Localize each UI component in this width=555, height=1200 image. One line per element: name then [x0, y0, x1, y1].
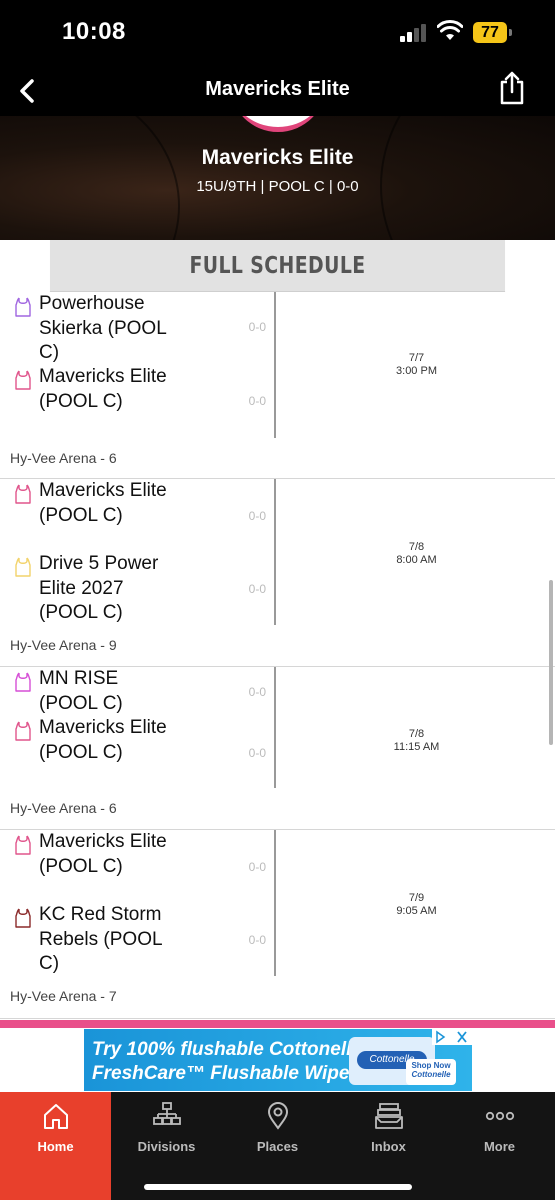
team-score: 0-0: [248, 509, 266, 523]
jersey-icon: [14, 370, 32, 390]
nav-title: Mavericks Elite: [205, 78, 350, 100]
game-time: 11:15 AM: [393, 741, 440, 753]
tab-more[interactable]: More: [444, 1092, 555, 1200]
game-card[interactable]: Mavericks Elite (POOL C) 0-0 KC Red Storm …: [0, 830, 555, 1019]
game-date: 7/9: [408, 892, 425, 904]
game-venue[interactable]: Hy-Vee Arena - 9: [0, 637, 117, 653]
team-score: 0-0: [248, 685, 266, 699]
section-divider: [0, 1020, 555, 1028]
team-name: Mavericks Elite (POOL C): [39, 366, 167, 412]
game-datetime: 7/8 11:15 AM: [278, 728, 555, 754]
game-datetime: 7/9 9:05 AM: [278, 892, 555, 918]
team-score: 0-0: [248, 746, 266, 760]
game-date: 7/7: [408, 352, 425, 364]
team-score: 0-0: [248, 320, 266, 334]
team-row[interactable]: Mavericks Elite (POOL C) 0-0: [0, 830, 276, 879]
games-list: Powerhouse Skierka (POOL C) 0-0 Mavericks …: [0, 292, 555, 1019]
tab-label: Divisions: [137, 1139, 196, 1154]
team-name: MN RISE (POOL C): [39, 668, 123, 714]
inbox-icon: [375, 1103, 403, 1129]
game-teams: MN RISE (POOL C) 0-0 Mavericks Elite (POOL…: [0, 667, 276, 788]
tab-label: Home: [37, 1139, 74, 1154]
game-venue[interactable]: Hy-Vee Arena - 6: [0, 800, 117, 816]
tab-home[interactable]: Home: [0, 1092, 111, 1200]
team-subtitle: 15U/9TH | POOL C | 0-0: [196, 178, 359, 195]
jersey-icon: [14, 672, 32, 692]
jersey-icon: [14, 557, 32, 577]
team-score: 0-0: [248, 933, 266, 947]
ad-shop-button[interactable]: Shop Now Cottonelle: [406, 1059, 456, 1085]
team-score: 0-0: [248, 394, 266, 408]
scrollbar[interactable]: [549, 580, 553, 745]
jersey-icon: [14, 297, 32, 317]
battery-tip: [509, 29, 512, 36]
jersey-icon: [14, 835, 32, 855]
schedule-header: FULL SCHEDULE: [49, 240, 506, 292]
team-row[interactable]: Drive 5 Power Elite 2027 (POOL C) 0-0: [0, 552, 276, 626]
nav-bar: Mavericks Elite: [0, 66, 555, 116]
game-teams: Mavericks Elite (POOL C) 0-0 KC Red Storm …: [0, 830, 276, 976]
more-icon: [485, 1111, 515, 1121]
game-date: 7/8: [408, 728, 425, 740]
team-logo: [230, 116, 326, 132]
game-teams: Powerhouse Skierka (POOL C) 0-0 Mavericks …: [0, 292, 276, 438]
game-datetime: 7/7 3:00 PM: [278, 352, 555, 378]
game-card[interactable]: MN RISE (POOL C) 0-0 Mavericks Elite (POOL…: [0, 667, 555, 830]
share-icon[interactable]: [497, 70, 527, 106]
team-hero-banner: Mavericks Elite 15U/9TH | POOL C | 0-0: [0, 116, 555, 240]
game-time: 8:00 AM: [396, 554, 437, 566]
jersey-icon: [14, 721, 32, 741]
team-name: Drive 5 Power Elite 2027 (POOL C): [39, 553, 159, 623]
tab-label: Places: [256, 1139, 299, 1154]
game-card[interactable]: Mavericks Elite (POOL C) 0-0 Drive 5 Power…: [0, 479, 555, 667]
team-score: 0-0: [248, 860, 266, 874]
team-name: Mavericks Elite (POOL C): [39, 831, 167, 877]
ad-area: Try 100% flushable Cottonelle FreshCare™…: [0, 1028, 555, 1092]
game-datetime: 7/8 8:00 AM: [278, 541, 555, 567]
game-time: 3:00 PM: [396, 365, 437, 377]
team-row[interactable]: Mavericks Elite (POOL C) 0-0: [0, 479, 276, 528]
status-time: 10:08: [62, 18, 126, 45]
map-pin-icon: [267, 1102, 289, 1130]
battery-indicator: 77: [473, 22, 507, 43]
ad-subheadline: FreshCare™ Flushable Wipes: [92, 1063, 361, 1084]
team-name: Mavericks Elite (POOL C): [39, 480, 167, 526]
team-row[interactable]: MN RISE (POOL C) 0-0: [0, 667, 276, 716]
team-row[interactable]: Mavericks Elite (POOL C) 0-0: [0, 716, 276, 765]
bracket-icon: [153, 1102, 181, 1125]
status-bar: 10:08 77: [0, 0, 555, 66]
game-teams: Mavericks Elite (POOL C) 0-0 Drive 5 Power…: [0, 479, 276, 625]
jersey-icon: [14, 484, 32, 504]
home-icon: [44, 1104, 68, 1129]
game-card[interactable]: Powerhouse Skierka (POOL C) 0-0 Mavericks …: [0, 292, 555, 479]
home-indicator: [144, 1184, 412, 1190]
cellular-signal-icon: [400, 24, 430, 42]
team-score: 0-0: [248, 582, 266, 596]
team-name: Powerhouse Skierka (POOL C): [39, 293, 167, 363]
ad-shop-label: Shop Now: [411, 1061, 451, 1070]
game-time: 9:05 AM: [396, 905, 437, 917]
jersey-icon: [14, 908, 32, 928]
wifi-icon: [437, 20, 463, 40]
team-name: Mavericks Elite: [201, 146, 354, 169]
game-venue[interactable]: Hy-Vee Arena - 7: [0, 988, 117, 1004]
ad-headline: Try 100% flushable Cottonelle: [92, 1039, 362, 1060]
tab-label: More: [483, 1139, 516, 1154]
team-row[interactable]: KC Red Storm Rebels (POOL C) 0-0: [0, 903, 276, 977]
team-name: KC Red Storm Rebels (POOL C): [39, 904, 162, 974]
team-name: Mavericks Elite (POOL C): [39, 717, 167, 763]
game-venue[interactable]: Hy-Vee Arena - 6: [0, 450, 117, 466]
ad-shop-brand: Cottonelle: [411, 1070, 451, 1079]
tab-label: Inbox: [371, 1139, 406, 1154]
team-row[interactable]: Mavericks Elite (POOL C) 0-0: [0, 365, 276, 414]
game-date: 7/8: [408, 541, 425, 553]
ad-choices-icon[interactable]: [432, 1029, 472, 1045]
team-row[interactable]: Powerhouse Skierka (POOL C) 0-0: [0, 292, 276, 366]
ad-banner[interactable]: Try 100% flushable Cottonelle FreshCare™…: [84, 1029, 472, 1091]
schedule-section: FULL SCHEDULE Powerhouse Skierka (POOL C…: [0, 240, 555, 1020]
